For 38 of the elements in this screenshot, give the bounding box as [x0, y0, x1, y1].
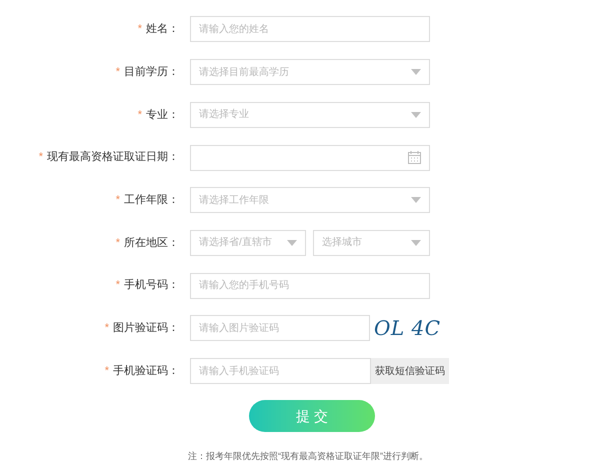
- required-asterisk: *: [116, 278, 120, 294]
- select-field[interactable]: 请选择目前最高学历: [190, 59, 430, 86]
- select-field[interactable]: 请选择专业: [190, 102, 430, 128]
- required-asterisk: *: [104, 321, 109, 336]
- input-field[interactable]: 请输入图片验证码: [190, 315, 370, 342]
- select-field[interactable]: 请选择工作年限: [190, 187, 430, 214]
- required-asterisk: *: [116, 192, 120, 208]
- input-field[interactable]: 请输入您的手机号码: [190, 272, 430, 299]
- captcha-image[interactable]: OL 4C: [374, 313, 441, 344]
- input-field[interactable]: 请输入您的姓名: [190, 16, 430, 42]
- dropdown-caret-icon: [411, 69, 421, 76]
- dropdown-caret-icon: [411, 240, 421, 246]
- field-label: 现有最高资格证取证日期：: [47, 150, 179, 166]
- field-label: 手机验证码：: [113, 364, 179, 379]
- required-asterisk: *: [138, 22, 142, 38]
- required-asterisk: *: [38, 150, 43, 166]
- select-field[interactable]: 请选择省/直辖市: [190, 230, 306, 256]
- field-label: 图片验证码：: [113, 321, 179, 336]
- select-field[interactable]: 选择城市: [313, 230, 430, 256]
- calendar-icon: [408, 151, 421, 164]
- field-label: 所在地区：: [124, 236, 179, 251]
- get-sms-code-button[interactable]: 获取短信验证码: [371, 358, 449, 384]
- field-label: 工作年限：: [124, 192, 179, 208]
- note-text: 注：报考年限优先按照“现有最高资格证取证年限”进行判断。: [188, 450, 428, 464]
- submit-button[interactable]: 提 交: [249, 400, 375, 432]
- required-asterisk: *: [116, 64, 120, 80]
- date-field[interactable]: [190, 144, 430, 171]
- field-label: 目前学历：: [124, 64, 179, 80]
- field-label: 手机号码：: [124, 278, 179, 294]
- dropdown-caret-icon: [411, 197, 421, 204]
- dropdown-caret-icon: [411, 112, 421, 118]
- required-asterisk: *: [104, 364, 109, 379]
- field-label: 专业：: [146, 108, 179, 123]
- dropdown-caret-icon: [287, 240, 297, 246]
- required-asterisk: *: [138, 108, 142, 123]
- required-asterisk: *: [116, 236, 120, 251]
- input-field[interactable]: 请输入手机验证码: [190, 358, 371, 384]
- field-label: 姓名：: [146, 22, 179, 38]
